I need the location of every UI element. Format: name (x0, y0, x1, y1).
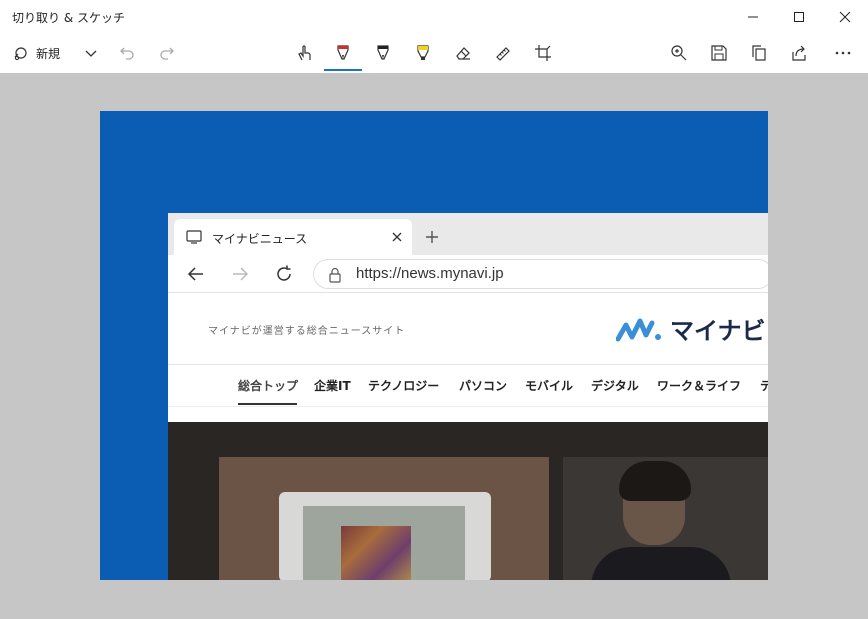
address-url: https://news.mynavi.jp (356, 265, 504, 282)
crop-button[interactable] (531, 38, 555, 68)
save-icon (711, 45, 727, 61)
active-tool-indicator (324, 69, 362, 71)
save-button[interactable] (707, 38, 731, 68)
share-icon (792, 45, 806, 61)
nav-active-underline (238, 403, 297, 405)
minimize-icon (748, 16, 758, 18)
hero-image-person (563, 457, 768, 580)
address-bar: https://news.mynavi.jp (313, 259, 768, 289)
refresh-icon (277, 265, 291, 281)
copy-icon (752, 45, 766, 61)
site-tagline: マイナビが運営する総合ニュースサイト (208, 326, 406, 337)
maximize-icon (794, 12, 804, 22)
new-snip-icon (14, 47, 27, 61)
highlighter-button[interactable] (411, 38, 435, 68)
zoom-in-icon (671, 45, 687, 61)
captured-browser-window: マイナビニュース https://news.mynavi.jp マイナビが運営す… (168, 213, 768, 580)
new-tab-icon (426, 231, 438, 243)
ruler-icon (496, 47, 510, 61)
nav-item-work-life: ワーク＆ライフ (657, 379, 742, 393)
captured-image[interactable]: マイナビニュース https://news.mynavi.jp マイナビが運営す… (100, 111, 768, 580)
ruler-button[interactable] (491, 38, 515, 68)
nav-item-mobile: モバイル (525, 379, 574, 393)
maximize-button[interactable] (776, 0, 822, 34)
more-options-button[interactable] (830, 38, 856, 68)
browser-tab: マイナビニュース (174, 219, 412, 255)
hero-image-processor (219, 457, 549, 580)
nav-item-cut-off: テ (760, 379, 768, 393)
mynavi-logo-icon (616, 318, 661, 342)
zoom-button[interactable] (667, 38, 691, 68)
minimize-button[interactable] (730, 0, 776, 34)
browser-navbar: https://news.mynavi.jp (168, 255, 768, 293)
toolbar: 新規 (0, 34, 868, 73)
nav-item-enterprise-it: 企業IT (314, 379, 351, 393)
highlighter-icon (417, 45, 429, 60)
ballpoint-pen-red-icon (337, 45, 349, 60)
forward-icon (233, 267, 249, 281)
copy-button[interactable] (747, 38, 771, 68)
hero-images (168, 422, 768, 580)
pencil-icon (377, 45, 389, 60)
undo-button[interactable] (116, 38, 138, 68)
nav-item-pc: パソコン (459, 379, 508, 393)
share-button[interactable] (787, 38, 811, 68)
nav-item-technology: テクノロジー (368, 379, 440, 393)
chevron-down-icon (85, 50, 97, 57)
browser-tabstrip: マイナビニュース (168, 213, 768, 255)
new-button[interactable]: 新規 (12, 38, 60, 68)
close-icon (839, 11, 851, 23)
redo-button[interactable] (156, 38, 178, 68)
eraser-icon (456, 47, 470, 60)
tab-title: マイナビニュース (212, 232, 308, 246)
redo-icon (160, 47, 174, 60)
new-dropdown-button[interactable] (80, 38, 102, 68)
site-category-nav: 総合トップ 企業IT テクノロジー パソコン モバイル デジタル ワーク＆ライフ… (168, 365, 768, 407)
back-icon (187, 267, 203, 281)
tab-close-icon (392, 232, 402, 242)
ballpoint-pen-button[interactable] (331, 38, 355, 68)
tab-favicon-icon (186, 230, 202, 244)
nav-item-top: 総合トップ (238, 379, 299, 393)
eraser-button[interactable] (451, 38, 475, 68)
processor-chip (279, 492, 491, 580)
touch-writing-button[interactable] (292, 38, 316, 68)
touch-writing-icon (298, 45, 311, 61)
app-title: 切り取り & スケッチ (12, 11, 125, 25)
undo-icon (120, 47, 134, 60)
more-icon (835, 51, 851, 55)
site-logo-text: マイナビ (670, 317, 766, 345)
site-header: マイナビが運営する総合ニュースサイト マイナビ (168, 293, 768, 365)
crop-icon (535, 45, 551, 61)
pencil-button[interactable] (371, 38, 395, 68)
nav-item-digital: デジタル (591, 379, 639, 393)
title-bar: 切り取り & スケッチ (0, 0, 868, 34)
close-button[interactable] (822, 0, 868, 34)
new-label: 新規 (36, 46, 61, 61)
lock-icon (329, 267, 341, 283)
